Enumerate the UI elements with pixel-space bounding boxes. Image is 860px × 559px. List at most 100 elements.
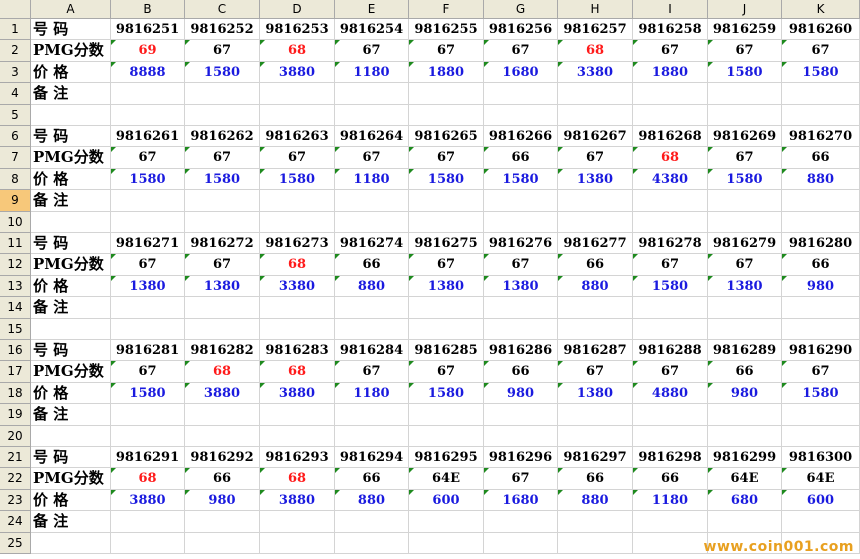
price-cell[interactable]: 1580 [708, 168, 782, 191]
price-cell[interactable]: 3380 [558, 61, 633, 84]
coin-number-cell[interactable]: 9816251 [111, 19, 185, 41]
coin-number-cell[interactable]: 9816283 [260, 340, 335, 362]
cell[interactable] [633, 104, 708, 126]
price-cell[interactable]: 1680 [484, 61, 558, 84]
coin-number-cell[interactable]: 9816255 [409, 19, 484, 41]
label-pmg-score[interactable]: PMG分数 [31, 254, 111, 276]
column-header-j[interactable]: J [708, 0, 782, 19]
price-cell[interactable]: 980 [708, 382, 782, 405]
cell[interactable] [708, 318, 782, 340]
cell[interactable] [335, 425, 409, 447]
price-cell[interactable]: 880 [558, 275, 633, 298]
coin-number-cell[interactable]: 9816286 [484, 340, 558, 362]
note-cell[interactable] [409, 297, 484, 319]
price-cell[interactable]: 1380 [111, 275, 185, 298]
price-cell[interactable]: 1580 [260, 168, 335, 191]
pmg-score-cell[interactable]: 66 [484, 147, 558, 169]
label-number[interactable]: 号 码 [31, 233, 111, 255]
pmg-score-cell[interactable]: 67 [111, 361, 185, 383]
label-price[interactable]: 价 格 [31, 168, 111, 191]
column-header-a[interactable]: A [31, 0, 111, 19]
note-cell[interactable] [260, 190, 335, 212]
cell[interactable] [708, 104, 782, 126]
price-cell[interactable]: 1580 [409, 382, 484, 405]
price-cell[interactable]: 600 [409, 489, 484, 512]
pmg-score-cell[interactable]: 67 [335, 361, 409, 383]
pmg-score-cell[interactable]: 67 [111, 147, 185, 169]
label-number[interactable]: 号 码 [31, 126, 111, 148]
note-cell[interactable] [260, 297, 335, 319]
row-header-18[interactable]: 18 [0, 382, 31, 405]
cell[interactable] [185, 425, 260, 447]
row-header-6[interactable]: 6 [0, 126, 31, 148]
pmg-score-cell[interactable]: 67 [708, 254, 782, 276]
row-header-8[interactable]: 8 [0, 168, 31, 191]
pmg-score-cell[interactable]: 64E [782, 468, 860, 490]
note-cell[interactable] [782, 83, 860, 105]
cell[interactable] [782, 318, 860, 340]
cell[interactable] [31, 104, 111, 126]
coin-number-cell[interactable]: 9816267 [558, 126, 633, 148]
row-header-13[interactable]: 13 [0, 275, 31, 298]
pmg-score-cell[interactable]: 67 [484, 254, 558, 276]
pmg-score-cell[interactable]: 68 [260, 40, 335, 62]
cell[interactable] [558, 318, 633, 340]
cell[interactable] [484, 318, 558, 340]
pmg-score-cell[interactable]: 67 [558, 147, 633, 169]
cell[interactable] [260, 318, 335, 340]
coin-number-cell[interactable]: 9816269 [708, 126, 782, 148]
pmg-score-cell[interactable]: 66 [484, 361, 558, 383]
pmg-score-cell[interactable]: 69 [111, 40, 185, 62]
note-cell[interactable] [484, 511, 558, 533]
note-cell[interactable] [633, 511, 708, 533]
price-cell[interactable]: 1180 [335, 61, 409, 84]
price-cell[interactable]: 1580 [185, 61, 260, 84]
row-header-25[interactable]: 25 [0, 532, 31, 554]
price-cell[interactable]: 980 [185, 489, 260, 512]
price-cell[interactable]: 1380 [409, 275, 484, 298]
coin-number-cell[interactable]: 9816282 [185, 340, 260, 362]
price-cell[interactable]: 980 [782, 275, 860, 298]
cell[interactable] [185, 318, 260, 340]
price-cell[interactable]: 1580 [185, 168, 260, 191]
price-cell[interactable]: 600 [782, 489, 860, 512]
note-cell[interactable] [409, 83, 484, 105]
note-cell[interactable] [708, 511, 782, 533]
row-header-22[interactable]: 22 [0, 468, 31, 490]
coin-number-cell[interactable]: 9816279 [708, 233, 782, 255]
pmg-score-cell[interactable]: 67 [185, 254, 260, 276]
row-header-1[interactable]: 1 [0, 19, 31, 41]
pmg-score-cell[interactable]: 67 [335, 147, 409, 169]
note-cell[interactable] [185, 297, 260, 319]
price-cell[interactable]: 3380 [260, 275, 335, 298]
row-header-14[interactable]: 14 [0, 297, 31, 319]
pmg-score-cell[interactable]: 67 [409, 254, 484, 276]
cell[interactable] [185, 532, 260, 554]
price-cell[interactable]: 3880 [111, 489, 185, 512]
note-cell[interactable] [260, 83, 335, 105]
note-cell[interactable] [633, 83, 708, 105]
pmg-score-cell[interactable]: 68 [260, 468, 335, 490]
coin-number-cell[interactable]: 9816281 [111, 340, 185, 362]
pmg-score-cell[interactable]: 68 [558, 40, 633, 62]
coin-number-cell[interactable]: 9816252 [185, 19, 260, 41]
select-all-corner[interactable] [0, 0, 31, 19]
cell[interactable] [111, 532, 185, 554]
price-cell[interactable]: 3880 [260, 382, 335, 405]
price-cell[interactable]: 1180 [335, 168, 409, 191]
coin-number-cell[interactable]: 9816264 [335, 126, 409, 148]
pmg-score-cell[interactable]: 68 [185, 361, 260, 383]
label-price[interactable]: 价 格 [31, 489, 111, 512]
row-header-3[interactable]: 3 [0, 61, 31, 84]
pmg-score-cell[interactable]: 67 [409, 40, 484, 62]
coin-number-cell[interactable]: 9816291 [111, 447, 185, 469]
row-header-10[interactable]: 10 [0, 211, 31, 233]
pmg-score-cell[interactable]: 64E [708, 468, 782, 490]
row-header-19[interactable]: 19 [0, 404, 31, 426]
note-cell[interactable] [633, 297, 708, 319]
coin-number-cell[interactable]: 9816293 [260, 447, 335, 469]
cell[interactable] [260, 104, 335, 126]
row-header-16[interactable]: 16 [0, 340, 31, 362]
cell[interactable] [111, 211, 185, 233]
coin-number-cell[interactable]: 9816280 [782, 233, 860, 255]
